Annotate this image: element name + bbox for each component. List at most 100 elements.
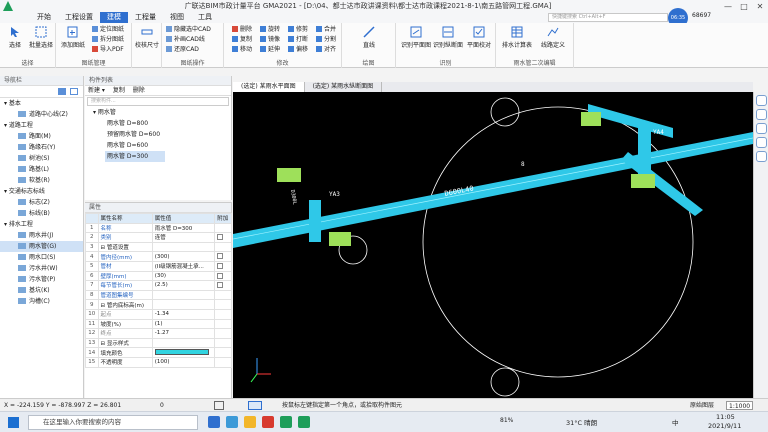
display-settings-icon[interactable] [756, 151, 767, 162]
nav-item[interactable]: 路缘石(Y) [0, 142, 83, 153]
property-value[interactable]: 雨水管 D=300 [151, 222, 216, 234]
attach-checkbox[interactable] [217, 253, 224, 260]
nav-item[interactable]: 雨水口(S) [0, 252, 83, 263]
nav-category[interactable]: ▾ 排水工程 [0, 219, 83, 230]
batch-select-button[interactable]: 批量选择 [28, 26, 54, 49]
restore-cad-button[interactable]: 还原CAD [166, 45, 199, 54]
property-extra[interactable] [214, 337, 232, 349]
taskbar-search-input[interactable]: 在这里输入你要搜索的内容 [28, 415, 198, 430]
check-size-button[interactable]: 校核尺寸 [134, 26, 160, 49]
nav-item[interactable]: 雨水管(G) [0, 241, 83, 252]
property-value[interactable]: (30) [151, 270, 216, 282]
wps-icon[interactable] [262, 416, 274, 428]
scale-select[interactable]: 1:1000 [726, 401, 754, 410]
tab-profile-view[interactable]: (选定) 某雨水纵断面图 [305, 82, 383, 92]
ime-indicator[interactable]: 中 [672, 417, 679, 427]
nav-item[interactable]: 标志(Z) [0, 197, 83, 208]
property-row[interactable]: 14 填充颜色 [85, 347, 232, 358]
property-extra[interactable] [214, 232, 232, 243]
property-value[interactable]: (2.5) [151, 280, 216, 291]
tab-view[interactable]: 视图 [163, 12, 191, 23]
property-value[interactable]: -1.27 [151, 328, 216, 339]
plan-check-button[interactable]: 平面校对 [464, 26, 494, 49]
align-button[interactable]: 对齐 [316, 45, 336, 54]
nav-item[interactable]: 雨水井(J) [0, 230, 83, 241]
property-extra[interactable] [214, 318, 232, 330]
property-value[interactable]: (1) [151, 318, 216, 330]
identify-plan-button[interactable]: 识别平面图 [400, 26, 432, 49]
property-row[interactable]: 10 起点 -1.34 [85, 308, 232, 320]
nav-item[interactable]: 污水井(W) [0, 263, 83, 274]
component-item[interactable]: 雨水管 D=800 [85, 118, 231, 129]
drawing-canvas[interactable]: D600L40 YA3 YA4 D300L 8 [233, 92, 753, 398]
well-box-2[interactable] [631, 174, 655, 188]
drainage-calc-button[interactable]: 排水计算表 [500, 26, 534, 49]
property-value[interactable]: (100) [151, 356, 216, 368]
well-box-1[interactable] [581, 112, 601, 126]
edge-browser-icon[interactable] [226, 416, 238, 428]
property-row[interactable]: 4 管内径(mm) (300) [85, 251, 232, 262]
branch-pipe-vertical[interactable] [638, 128, 651, 178]
well-box-3[interactable] [277, 168, 301, 182]
break-button[interactable]: 打断 [288, 35, 308, 44]
file-explorer-icon[interactable] [244, 416, 256, 428]
delete-button[interactable]: 删除 [232, 25, 252, 34]
property-extra[interactable] [214, 347, 232, 358]
property-row[interactable]: 2 类别 连管 [85, 232, 232, 243]
attach-checkbox[interactable] [217, 263, 224, 270]
property-value[interactable] [151, 347, 216, 358]
fill-color-swatch[interactable] [154, 349, 209, 356]
rotate-view-icon[interactable] [756, 109, 767, 120]
clock-time[interactable]: 11:05 [716, 413, 735, 421]
split-drawing-button[interactable]: 拆分图纸 [92, 35, 124, 44]
attach-checkbox[interactable] [217, 234, 224, 241]
tab-start[interactable]: 开始 [30, 12, 58, 23]
component-item[interactable]: 雨水管 D=300 [105, 151, 165, 162]
delete-component-button[interactable]: 删除 [133, 87, 145, 94]
line-button[interactable]: 直线 [356, 26, 382, 49]
component-search-input[interactable]: 搜索构件... [87, 97, 229, 106]
property-row[interactable]: 3 ⊟ 管道设置 [85, 241, 232, 253]
zoom-extent-icon[interactable] [756, 123, 767, 134]
property-row[interactable]: 15 不透明度 (100) [85, 356, 232, 368]
attach-checkbox[interactable] [217, 272, 224, 279]
property-value[interactable] [151, 241, 216, 253]
move-button[interactable]: 移动 [232, 45, 252, 54]
locate-drawing-button[interactable]: 定位图纸 [92, 25, 124, 34]
merge-button[interactable]: 合并 [316, 25, 336, 34]
nav-item[interactable]: 路基(L) [0, 164, 83, 175]
extend-button[interactable]: 延伸 [260, 45, 280, 54]
offset-button[interactable]: 偏移 [288, 45, 308, 54]
property-row[interactable]: 8 管道图集编号 [85, 289, 232, 301]
property-extra[interactable] [214, 251, 232, 262]
property-value[interactable]: -1.34 [151, 308, 216, 320]
new-component-button[interactable]: 新建 ▾ [88, 87, 105, 94]
tab-plan-view[interactable]: (选定) 某雨水平面图 [233, 82, 305, 92]
import-pdf-button[interactable]: 导入PDF [92, 45, 124, 54]
nav-item[interactable]: 标线(B) [0, 208, 83, 219]
route-define-button[interactable]: 线路定义 [536, 26, 570, 49]
identify-profile-button[interactable]: 识别纵断面 [432, 26, 464, 49]
property-extra[interactable] [214, 299, 232, 310]
property-row[interactable]: 6 壁厚(mm) (30) [85, 270, 232, 282]
split-button[interactable]: 分割 [316, 35, 336, 44]
nav-category[interactable]: ▾ 道路工程 [0, 120, 83, 131]
grid-view-icon[interactable] [70, 88, 78, 95]
property-value[interactable] [151, 289, 216, 301]
property-row[interactable]: 13 ⊟ 显示样式 [85, 337, 232, 349]
property-value[interactable]: (300) [151, 251, 216, 262]
property-row[interactable]: 9 ⊟ 管内底标高(m) [85, 299, 232, 310]
nav-item[interactable]: 污水管(P) [0, 274, 83, 285]
view-cube-icon[interactable] [756, 95, 767, 106]
property-row[interactable]: 7 每节管长(m) (2.5) [85, 280, 232, 291]
property-row[interactable]: 1 名称 雨水管 D=300 [85, 222, 232, 234]
selection-mode-icon[interactable] [248, 401, 262, 410]
property-value[interactable]: (II级钢筋混凝土承... [151, 260, 216, 272]
weather-widget[interactable]: 31°C 晴朗 [566, 417, 597, 427]
task-view-icon[interactable] [208, 416, 220, 428]
windows-start-icon[interactable] [8, 417, 19, 428]
component-item[interactable]: 雨水管 D=600 [85, 140, 231, 151]
select-button[interactable]: 选择 [2, 26, 28, 49]
add-drawing-button[interactable]: 添加图纸 [60, 26, 86, 49]
attach-checkbox[interactable] [217, 282, 224, 289]
